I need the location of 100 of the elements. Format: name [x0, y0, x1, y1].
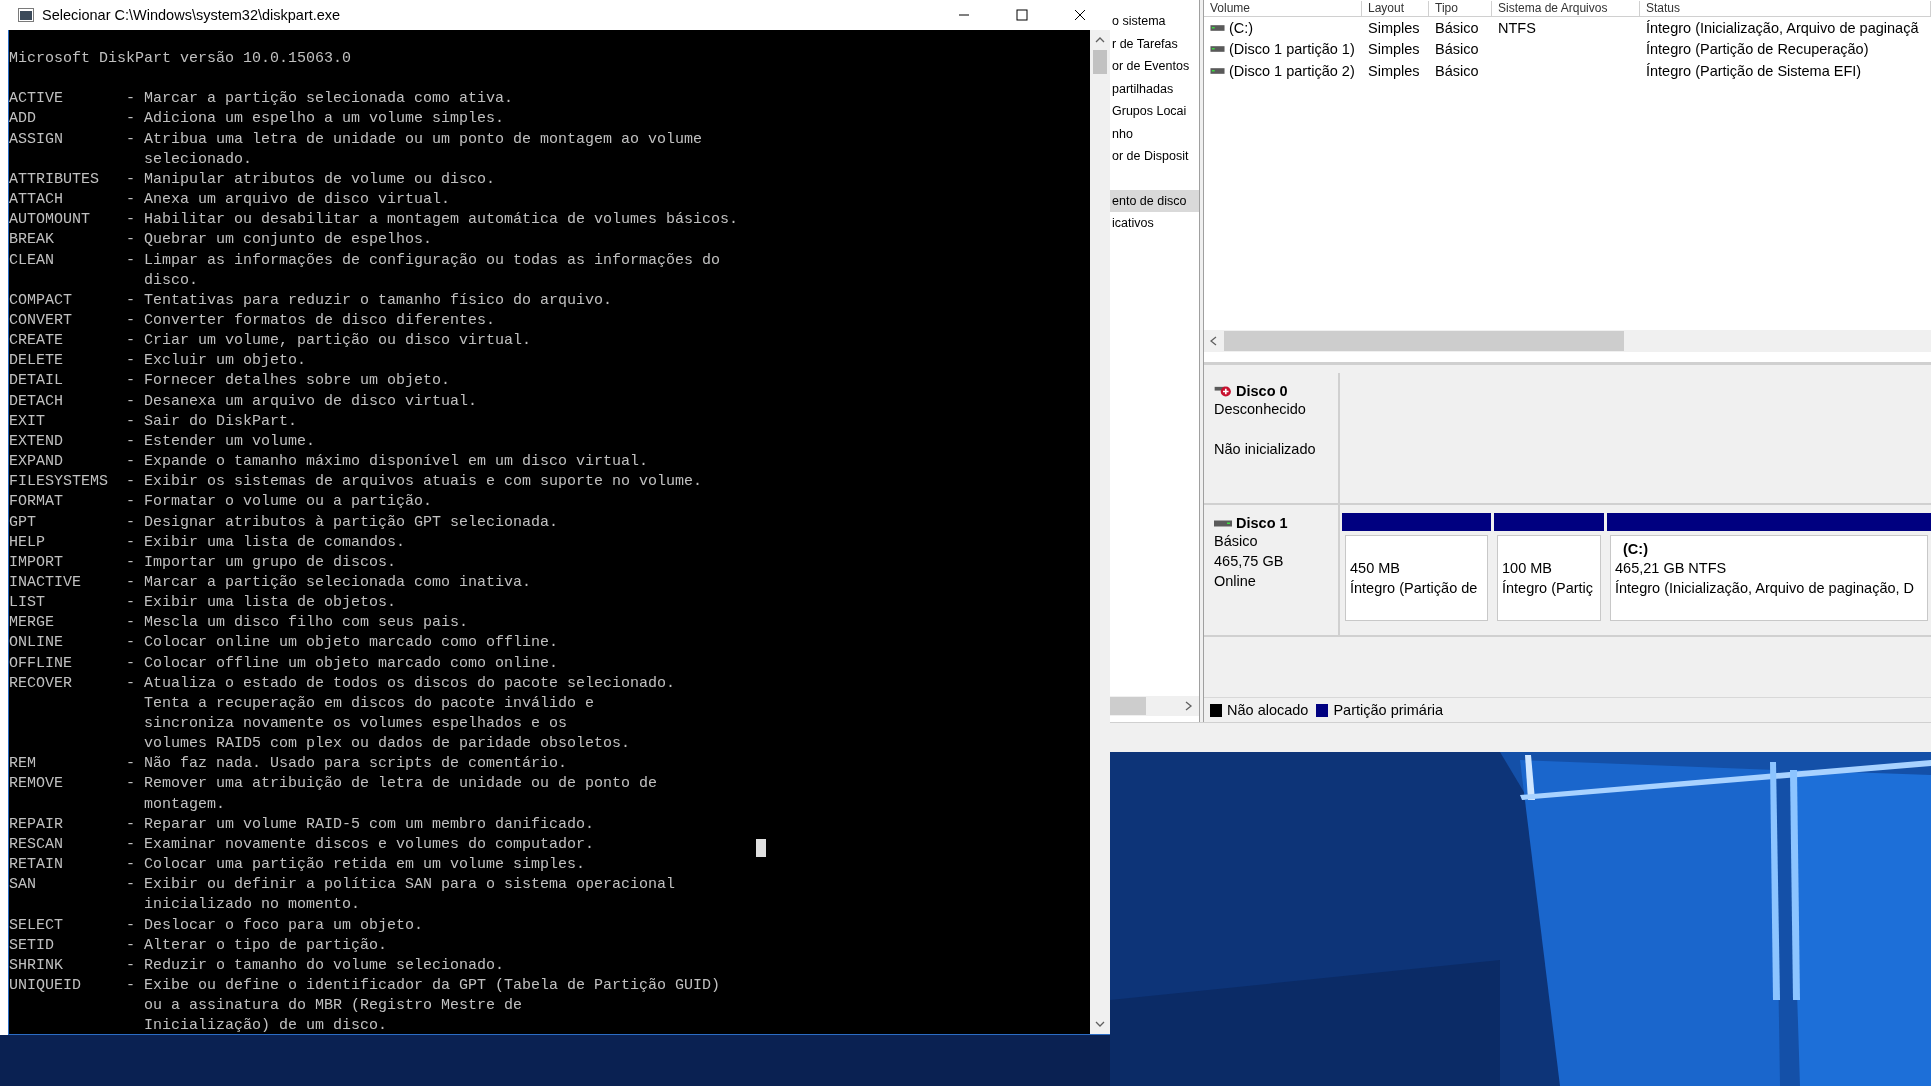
command-description: - Manipular atributos de volume ou disco.	[126, 170, 496, 188]
drive-icon	[1210, 45, 1225, 54]
table-cell: Básico	[1435, 19, 1479, 36]
command-description: - Deslocar o foco para um objeto.	[126, 916, 424, 934]
command-description: - Atualiza o estado de todos os discos do pacote selecionado.	[126, 674, 676, 692]
tree-item[interactable]: ento de disco	[1110, 189, 1199, 212]
partition-size: 100 MB	[1502, 559, 1553, 578]
disk-name: Disco 0	[1236, 383, 1288, 399]
command-description: - Examinar novamente discos e volumes do computador.	[126, 835, 595, 853]
legend-label: Não alocado	[1227, 702, 1309, 718]
disk-status: Não inicializado	[1214, 440, 1317, 459]
disk-error-icon	[1214, 384, 1232, 398]
command-description: inicializado no momento.	[144, 896, 361, 914]
partition-size: 450 MB	[1350, 559, 1401, 578]
command-name: COMPACT	[9, 290, 73, 311]
command-name: HELP	[9, 532, 46, 553]
command-name: SELECT	[9, 915, 64, 936]
scroll-thumb[interactable]	[1110, 697, 1146, 715]
command-description: - Importar um grupo de discos.	[126, 553, 397, 571]
command-description: Inicialização) de um disco.	[144, 1017, 388, 1035]
table-cell: Básico	[1435, 41, 1479, 58]
command-description: - Formatar o volume ou a partição.	[126, 493, 433, 511]
command-name: RETAIN	[9, 855, 64, 876]
scroll-up-icon[interactable]	[1095, 36, 1105, 44]
command-description: - Colocar offline um objeto marcado como online.	[126, 654, 559, 672]
tree-item[interactable]: Grupos Locai	[1110, 100, 1199, 123]
command-name: MERGE	[9, 613, 55, 634]
partition-status: Íntegro (Inicialização, Arquivo de paginação, D	[1615, 579, 1916, 598]
command-name: INACTIVE	[9, 572, 82, 593]
command-name: DETAIL	[9, 371, 64, 392]
command-description: - Atribua uma letra de unidade ou um ponto de montagem ao volume	[126, 130, 703, 148]
command-description: montagem.	[144, 795, 226, 813]
command-description: - Limpar as informações de configuração ou todas as informações do	[126, 251, 721, 269]
tree-item[interactable]: nho	[1110, 122, 1199, 145]
console-icon	[18, 8, 34, 22]
table-cell: (Disco 1 partição 2)	[1229, 62, 1355, 79]
command-description: - Tentativas para reduzir o tamanho físico do arquivo.	[126, 291, 613, 309]
scroll-thumb[interactable]	[1093, 50, 1107, 74]
vertical-scrollbar[interactable]	[1090, 30, 1110, 1034]
tree-item[interactable]: or de Eventos	[1110, 55, 1199, 78]
disk-label-panel[interactable]: Disco 0 Desconhecido Não inicializado	[1204, 373, 1340, 503]
column-header[interactable]: Status	[1640, 1, 1931, 16]
tree-item[interactable]: partilhadas	[1110, 77, 1199, 100]
table-cell: NTFS	[1498, 19, 1536, 36]
table-cell: Simples	[1368, 41, 1420, 58]
tree-item[interactable]: o sistema	[1110, 10, 1199, 33]
maximize-icon[interactable]	[1016, 9, 1028, 21]
table-cell: (C:)	[1229, 19, 1254, 36]
command-name: ATTACH	[9, 190, 64, 211]
disk-info: Desconhecido	[1214, 400, 1307, 419]
column-header[interactable]: Layout	[1362, 1, 1429, 16]
table-cell: Íntegro (Partição de Recuperação)	[1646, 41, 1869, 58]
table-cell: Básico	[1435, 62, 1479, 79]
command-name: GPT	[9, 512, 37, 533]
column-header[interactable]: Volume	[1204, 1, 1362, 16]
table-cell: Íntegro (Partição de Sistema EFI)	[1646, 62, 1862, 79]
scroll-left-icon[interactable]	[1210, 336, 1218, 346]
table-cell: (Disco 1 partição 1)	[1229, 41, 1355, 58]
command-description: selecionado.	[144, 150, 253, 168]
command-description: disco.	[144, 271, 199, 289]
horizontal-scrollbar[interactable]	[1204, 330, 1931, 352]
column-header[interactable]: Tipo	[1429, 1, 1492, 16]
close-icon[interactable]	[1074, 9, 1086, 21]
command-name: EXIT	[9, 411, 46, 432]
scroll-thumb[interactable]	[1224, 331, 1624, 351]
horizontal-scrollbar[interactable]	[1110, 696, 1199, 716]
command-name: BREAK	[9, 230, 55, 251]
disk-info: 465,75 GB	[1214, 552, 1285, 571]
tree-item[interactable]: r de Tarefas	[1110, 32, 1199, 55]
disk-info: Básico	[1214, 532, 1259, 551]
command-description: - Exibir os sistemas de arquivos atuais e com suporte no volume.	[126, 473, 703, 491]
command-description: - Não faz nada. Usado para scripts de comentário.	[126, 755, 568, 773]
command-name: ADD	[9, 109, 37, 130]
scroll-down-icon[interactable]	[1095, 1020, 1105, 1028]
command-name: SHRINK	[9, 955, 64, 976]
command-description: - Adiciona um espelho a um volume simples.	[126, 110, 505, 128]
tree-item[interactable]: or de Disposit	[1110, 145, 1199, 168]
command-name: LIST	[9, 593, 46, 614]
command-description: - Expande o tamanho máximo disponível em um disco virtual.	[126, 453, 649, 471]
partition-status: Íntegro (Partiç	[1502, 579, 1595, 598]
table-cell: Íntegro (Inicialização, Arquivo de paginaçã	[1646, 19, 1919, 36]
command-description: - Reparar um volume RAID-5 com um membro danificado.	[126, 815, 595, 833]
tree-item[interactable]: icativos	[1110, 212, 1199, 235]
command-name: REM	[9, 754, 37, 775]
command-description: - Designar atributos à partição GPT selecionada.	[126, 513, 559, 531]
command-description: - Anexa um arquivo de disco virtual.	[126, 191, 451, 209]
table-cell: Simples	[1368, 19, 1420, 36]
command-name: UNIQUEID	[9, 975, 82, 996]
command-name: IMPORT	[9, 552, 64, 573]
column-header[interactable]: Sistema de Arquivos	[1492, 1, 1640, 16]
command-name: EXPAND	[9, 452, 64, 473]
command-name: DETACH	[9, 391, 64, 412]
partition-size: 465,21 GB NTFS	[1615, 559, 1728, 578]
command-name: ACTIVE	[9, 89, 64, 110]
command-description: - Estender um volume.	[126, 432, 316, 450]
scroll-right-icon[interactable]	[1185, 701, 1193, 711]
command-description: - Exibe ou define o identificador da GPT (Tabela de Partição GUID)	[126, 976, 721, 994]
command-name: REMOVE	[9, 774, 64, 795]
disk-label-panel[interactable]: Disco 1 Básico 465,75 GB Online	[1204, 505, 1340, 635]
command-name: SAN	[9, 875, 37, 896]
